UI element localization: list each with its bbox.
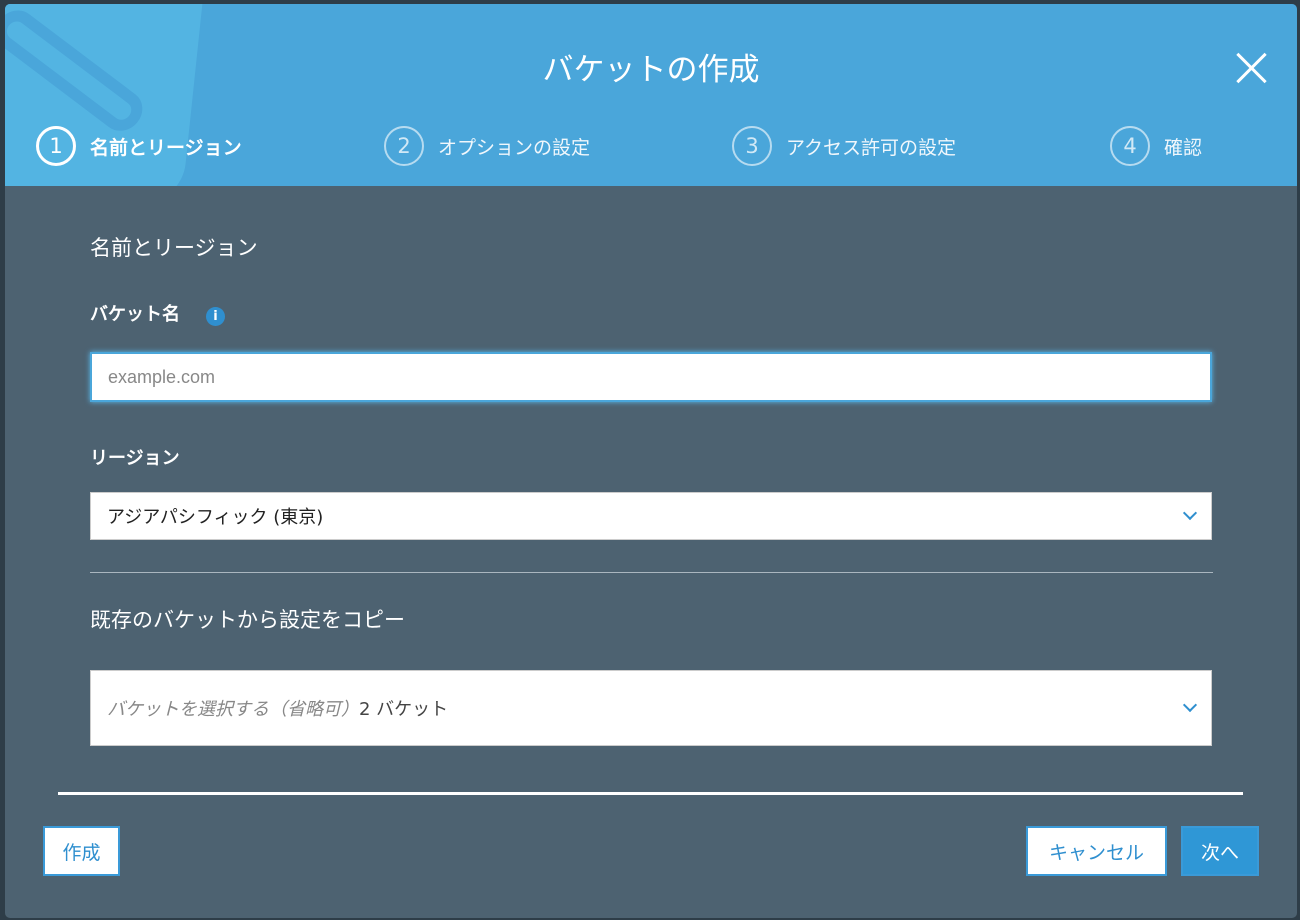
create-button[interactable]: 作成: [43, 826, 120, 876]
bucket-name-label: バケット名 i: [90, 300, 225, 326]
next-button[interactable]: 次へ: [1181, 826, 1259, 876]
copy-settings-title: 既存のバケットから設定をコピー: [90, 608, 405, 632]
divider: [90, 572, 1213, 573]
info-icon[interactable]: i: [206, 307, 225, 326]
chevron-down-icon: [1182, 505, 1198, 521]
cancel-button[interactable]: キャンセル: [1026, 826, 1167, 876]
close-icon[interactable]: [1231, 48, 1271, 88]
modal-title: バケットの作成: [542, 52, 760, 88]
region-label: リージョン: [90, 448, 180, 469]
section-title: 名前とリージョン: [90, 236, 258, 260]
bucket-name-field[interactable]: [90, 352, 1212, 402]
chevron-down-icon: [1182, 697, 1198, 713]
copy-bucket-select[interactable]: バケットを選択する（省略可）2 バケット: [90, 670, 1212, 746]
create-bucket-modal: バケットの作成 1 名前とリージョン 2 オプションの設定 3 アクセス許可の設定 4…: [5, 4, 1297, 918]
step-review: 4 確認: [1110, 126, 1202, 166]
step-options: 2 オプションの設定: [384, 126, 590, 166]
modal-header: バケットの作成 1 名前とリージョン 2 オプションの設定 3 アクセス許可の設定 4…: [5, 4, 1297, 186]
step-permissions: 3 アクセス許可の設定: [732, 126, 956, 166]
step-name-region: 1 名前とリージョン: [36, 126, 242, 166]
region-select[interactable]: アジアパシフィック (東京): [90, 492, 1212, 540]
bucket-name-input[interactable]: [108, 366, 1194, 388]
footer-divider: [58, 792, 1243, 795]
